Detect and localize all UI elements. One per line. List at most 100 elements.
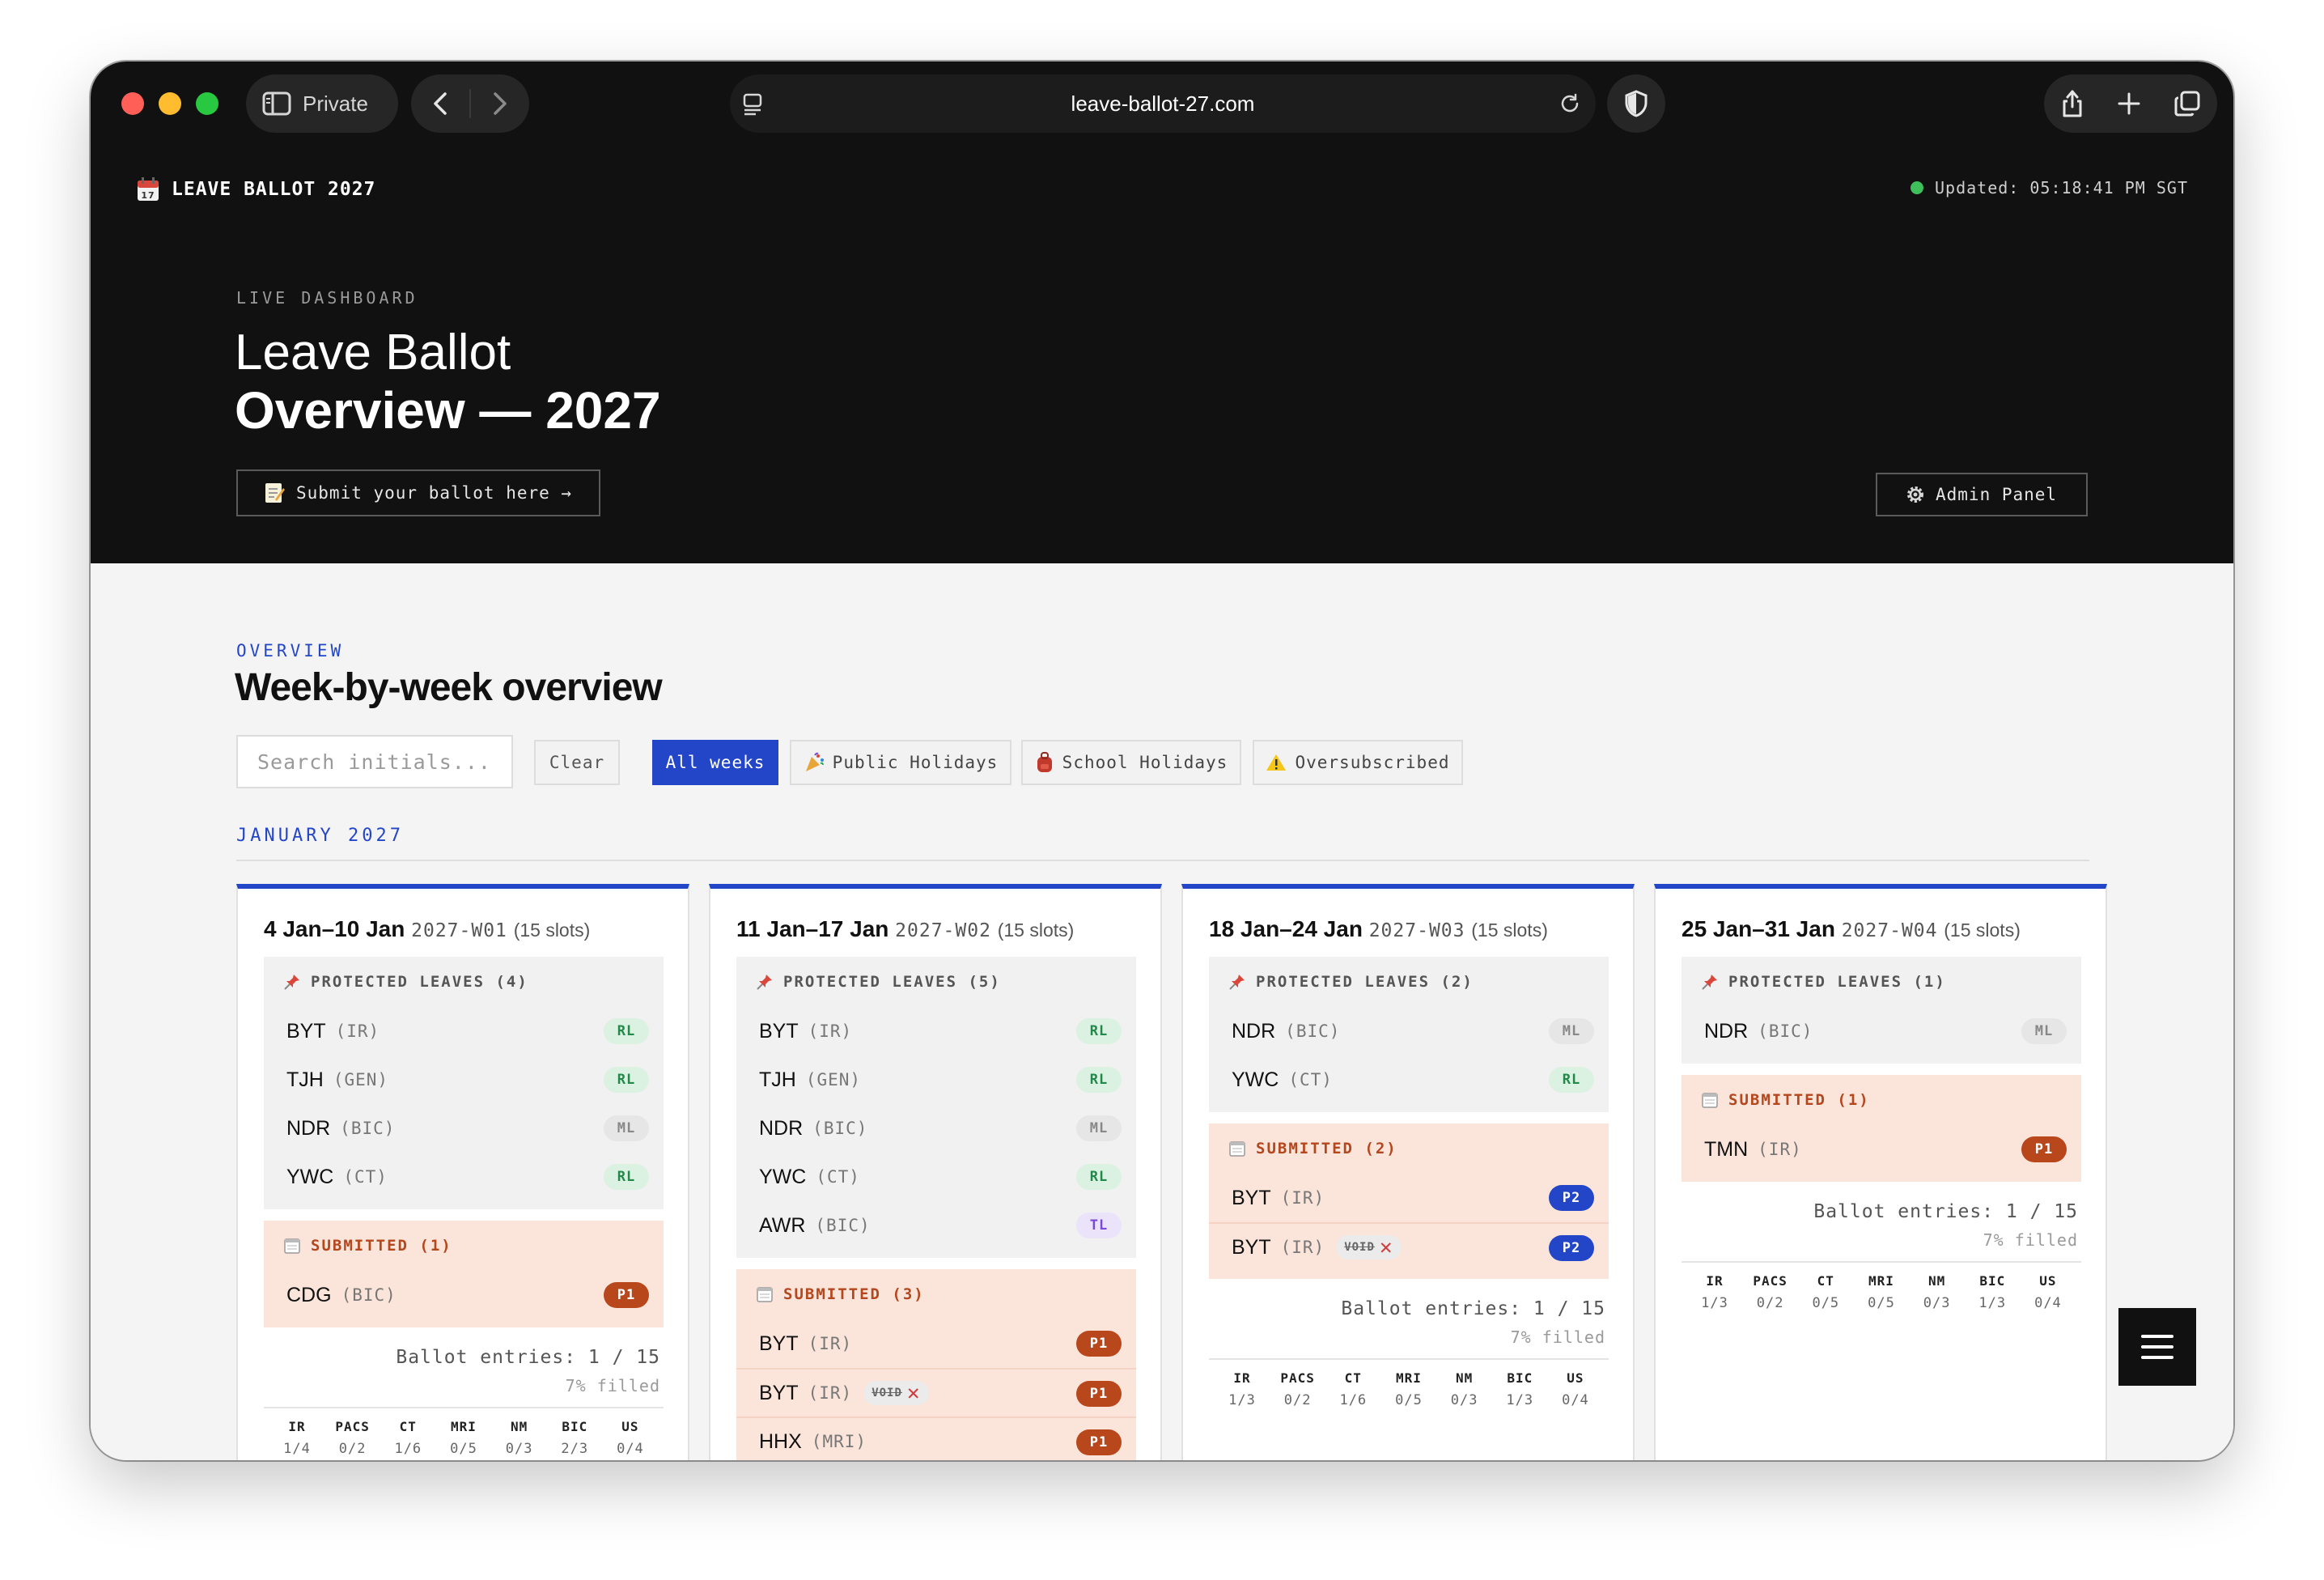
modality-stat: BIC 1/3 <box>1493 1360 1546 1408</box>
modality-stat: IR 1/4 <box>270 1408 324 1457</box>
entry-department: (BIC) <box>815 1216 871 1235</box>
submitted-entry: BYT (IR) P1 <box>736 1319 1136 1368</box>
submitted-box: SUBMITTED (1) CDG (BIC) P1 <box>264 1221 664 1327</box>
browser-window: Private leave-ballot-27.com 17 LEAVE BAL… <box>91 62 2233 1460</box>
week-code: 2027-W02 <box>895 920 991 941</box>
submit-ballot-button[interactable]: Submit your ballot here → <box>236 469 600 516</box>
modality-count: 0/2 <box>1756 1295 1784 1311</box>
nav-buttons <box>411 74 529 133</box>
leave-type-badge: ML <box>2021 1018 2067 1044</box>
modality-count: 1/4 <box>283 1441 311 1457</box>
search-input[interactable]: Search initials... <box>236 735 513 788</box>
modality-stat: MRI 0/5 <box>1855 1263 1908 1311</box>
clear-button[interactable]: Clear <box>534 740 620 785</box>
modality-count: 2/3 <box>561 1441 589 1457</box>
submit-ballot-label: Submit your ballot here → <box>296 483 573 503</box>
week-slots: (15 slots) <box>513 920 591 941</box>
week-card-header: 11 Jan–17 Jan 2027-W02 (15 slots) <box>736 916 1074 942</box>
tab-overview-icon[interactable] <box>2173 90 2201 117</box>
submitted-title: SUBMITTED (2) <box>1256 1140 1397 1157</box>
submitted-entry: BYT (IR) VOID ✕ P1 <box>736 1368 1136 1416</box>
url-text: leave-ballot-27.com <box>1071 91 1255 116</box>
submitted-header: SUBMITTED (1) <box>1682 1075 2081 1125</box>
modality-count: 0/2 <box>1283 1392 1312 1408</box>
week-range: 18 Jan–24 Jan <box>1209 916 1363 941</box>
ballot-box-icon <box>757 1287 773 1302</box>
leave-type-badge: P1 <box>1076 1331 1122 1357</box>
page-settings-icon[interactable] <box>741 92 764 117</box>
filter-oversubscribed[interactable]: Oversubscribed <box>1253 740 1463 785</box>
updated-time: Updated: 05:18:41 PM SGT <box>1935 178 2188 198</box>
close-window-button[interactable] <box>121 92 144 115</box>
entry-department: (GEN) <box>333 1070 389 1089</box>
ballot-entries: Ballot entries: 1 / 15 <box>1813 1201 2078 1222</box>
entry-initials: YWC <box>286 1165 334 1188</box>
leave-type-badge: RL <box>604 1067 649 1093</box>
modality-label: MRI <box>1868 1273 1894 1289</box>
week-card-header: 4 Jan–10 Jan 2027-W01 (15 slots) <box>264 916 590 942</box>
protected-entry: YWC (CT) RL <box>736 1153 1136 1201</box>
pushpin-icon <box>284 975 299 990</box>
window-actions <box>2044 74 2217 133</box>
modality-count: 0/5 <box>1868 1295 1895 1311</box>
forward-button[interactable] <box>471 91 529 116</box>
leave-type-badge: RL <box>1076 1164 1122 1190</box>
entry-initials: NDR <box>759 1116 804 1140</box>
privacy-shield-button[interactable] <box>1607 74 1665 133</box>
ballot-box-icon <box>284 1238 300 1254</box>
filter-all-weeks[interactable]: All weeks <box>652 740 778 785</box>
modality-stat: PACS 0/2 <box>1744 1263 1797 1311</box>
entry-department: (CT) <box>816 1167 860 1187</box>
dashboard-header: 17 LEAVE BALLOT 2027 Updated: 05:18:41 P… <box>91 146 2233 563</box>
zoom-window-button[interactable] <box>196 92 218 115</box>
protected-entry: NDR (BIC) ML <box>736 1104 1136 1153</box>
modality-label: MRI <box>1396 1370 1422 1386</box>
week-card: 11 Jan–17 Jan 2027-W02 (15 slots) PROTECT… <box>709 884 1162 1460</box>
entry-initials: BYT <box>1232 1186 1271 1209</box>
entry-initials: BYT <box>1232 1235 1271 1259</box>
void-tag: VOID ✕ <box>1336 1235 1402 1259</box>
brand: 17 LEAVE BALLOT 2027 <box>136 176 375 202</box>
protected-leaves-header: PROTECTED LEAVES (1) <box>1682 957 2081 1007</box>
share-icon[interactable] <box>2060 89 2084 118</box>
modality-stat: US 0/4 <box>2021 1263 2075 1311</box>
entry-initials: TJH <box>286 1068 324 1091</box>
reload-icon[interactable] <box>1559 92 1581 115</box>
backpack-icon <box>1037 752 1052 772</box>
address-bar[interactable]: leave-ballot-27.com <box>730 74 1596 133</box>
submitted-title: SUBMITTED (1) <box>311 1237 452 1255</box>
entry-department: (GEN) <box>805 1070 862 1089</box>
leave-type-badge: RL <box>1549 1067 1594 1093</box>
leave-type-badge: TL <box>1076 1213 1122 1238</box>
protected-entry: BYT (IR) RL <box>264 1007 664 1055</box>
private-tab-button[interactable]: Private <box>246 74 398 133</box>
filter-public-holidays[interactable]: Public Holidays <box>790 740 1011 785</box>
minimize-window-button[interactable] <box>159 92 181 115</box>
admin-panel-button[interactable]: Admin Panel <box>1876 473 2088 516</box>
modality-stat: MRI 0/5 <box>437 1408 490 1457</box>
modality-stat: CT 1/6 <box>1326 1360 1380 1408</box>
modality-label: US <box>1567 1370 1584 1386</box>
entry-department: (IR) <box>1280 1238 1325 1257</box>
new-tab-icon[interactable] <box>2117 91 2141 116</box>
modality-count: 0/5 <box>450 1441 477 1457</box>
modality-count: 0/4 <box>2034 1295 2062 1311</box>
modality-count: 0/4 <box>617 1441 644 1457</box>
modality-count: 1/3 <box>1228 1392 1256 1408</box>
search-placeholder: Search initials... <box>257 750 491 774</box>
leave-type-badge: RL <box>604 1018 649 1044</box>
back-button[interactable] <box>411 91 469 116</box>
fill-percentage: 7% filled <box>1983 1230 2078 1250</box>
party-popper-icon <box>805 752 824 771</box>
warning-icon <box>1266 754 1287 771</box>
submitted-entry: CDG (BIC) P1 <box>264 1271 664 1319</box>
filter-school-holidays[interactable]: School Holidays <box>1021 740 1241 785</box>
modality-stat: CT 0/5 <box>1799 1263 1852 1311</box>
modality-label: NM <box>510 1419 528 1434</box>
modality-stat: PACS 0/2 <box>1271 1360 1325 1408</box>
leave-type-badge: P2 <box>1549 1235 1594 1261</box>
protected-entry: YWC (CT) RL <box>264 1153 664 1201</box>
menu-button[interactable] <box>2118 1308 2196 1386</box>
browser-toolbar: Private leave-ballot-27.com <box>91 62 2233 146</box>
menu-icon-bar <box>2141 1356 2173 1359</box>
